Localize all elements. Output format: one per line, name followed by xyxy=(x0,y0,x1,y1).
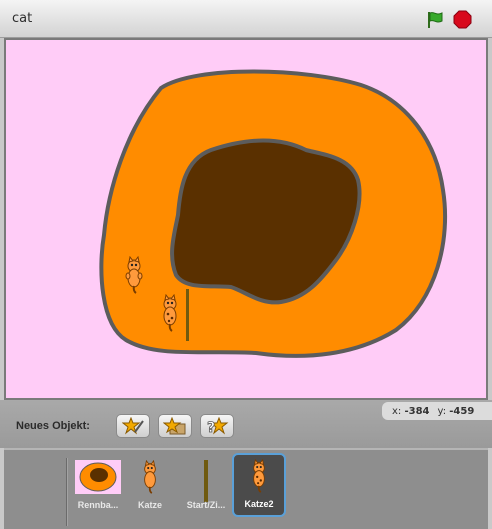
x-value: -384 xyxy=(404,405,430,417)
sprite-name: Rennba... xyxy=(77,500,119,510)
stage-frame xyxy=(4,38,488,400)
race-track xyxy=(99,69,448,358)
sprite-thumbnail-rennbahn[interactable]: Rennba... xyxy=(70,456,126,516)
cat-thumbnail xyxy=(140,459,160,498)
svg-text:?: ? xyxy=(207,420,215,435)
y-label: y: xyxy=(437,405,447,417)
new-sprite-label: Neues Objekt: xyxy=(16,420,90,432)
cat-sprite-katze[interactable] xyxy=(124,255,144,298)
y-value: -459 xyxy=(449,405,475,417)
sprite-name: Katze xyxy=(137,500,162,510)
title-bar: cat xyxy=(0,0,492,38)
mouse-coordinates: x: -384 y: -459 xyxy=(382,402,492,420)
surprise-sprite-button[interactable]: ? xyxy=(200,414,234,438)
green-flag-icon[interactable] xyxy=(425,10,445,30)
x-label: x: xyxy=(392,405,402,417)
sprite-thumbnail-katze2[interactable]: Katze2 xyxy=(232,453,286,517)
sprite-thumbnail-katze[interactable]: Katze xyxy=(122,456,178,516)
scratch-window: cat x: -384 y: -459 Neues Objekt: ? Renn… xyxy=(0,0,492,529)
paint-new-sprite-icon xyxy=(122,417,144,435)
paint-new-sprite-button[interactable] xyxy=(116,414,150,438)
race-track-thumbnail xyxy=(75,460,121,498)
spotted-cat-thumbnail xyxy=(249,458,269,497)
sprite-control-strip: x: -384 y: -459 Neues Objekt: ? xyxy=(0,400,492,448)
surprise-sprite-icon: ? xyxy=(207,417,229,435)
sprite-tray: Rennba... Katze Start/Zi... Katze2 xyxy=(4,448,488,529)
start-finish-line-sprite[interactable] xyxy=(186,289,189,341)
sprite-name: Start/Zi... xyxy=(186,500,226,510)
tray-bevel xyxy=(4,448,488,450)
sprite-thumbnail-start-ziel[interactable]: Start/Zi... xyxy=(178,456,234,516)
choose-sprite-from-file-icon xyxy=(163,417,186,435)
stage[interactable] xyxy=(6,40,486,398)
sprite-name: Katze2 xyxy=(244,499,274,509)
cat-sprite-katze2[interactable] xyxy=(160,293,180,336)
stop-sign-icon[interactable] xyxy=(453,10,472,29)
project-title: cat xyxy=(12,11,33,26)
tray-divider xyxy=(66,458,68,526)
choose-sprite-from-file-button[interactable] xyxy=(158,414,192,438)
